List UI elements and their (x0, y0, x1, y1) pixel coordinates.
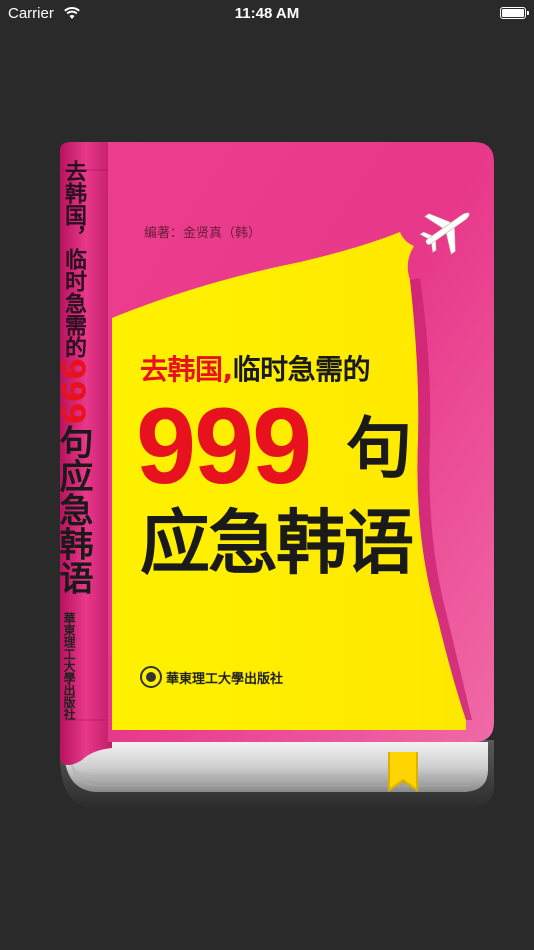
spine-publisher: 華東理工大學出版社 (62, 612, 76, 720)
subtitle-black-part: 临时急需的 (232, 353, 371, 386)
book-cover[interactable]: 编著：金贤真（韩） 去韩国,临时急需的 999 句 应急韩语 華東理工大學出版社… (0, 0, 534, 950)
cover-title-number: 999 (136, 385, 312, 506)
subtitle-red-part: 去韩国, (140, 353, 233, 386)
author-credit: 编著：金贤真（韩） (144, 226, 262, 241)
cover-title-measure: 句 (346, 410, 412, 487)
spine-number: 999 (54, 358, 92, 425)
publisher-logo-icon (140, 666, 162, 688)
spine-subtitle: 去韩国，临时急需的 (61, 160, 86, 358)
spine-main-title: 句应急韩语 (53, 424, 93, 595)
cover-title-main: 应急韩语 (140, 502, 414, 584)
cover-subtitle: 去韩国,临时急需的 (140, 348, 371, 388)
airplane-icon (419, 212, 470, 255)
publisher-name: 華東理工大學出版社 (166, 672, 284, 687)
spine-title: 去韩国，临时急需的999句应急韩语 (53, 160, 98, 595)
